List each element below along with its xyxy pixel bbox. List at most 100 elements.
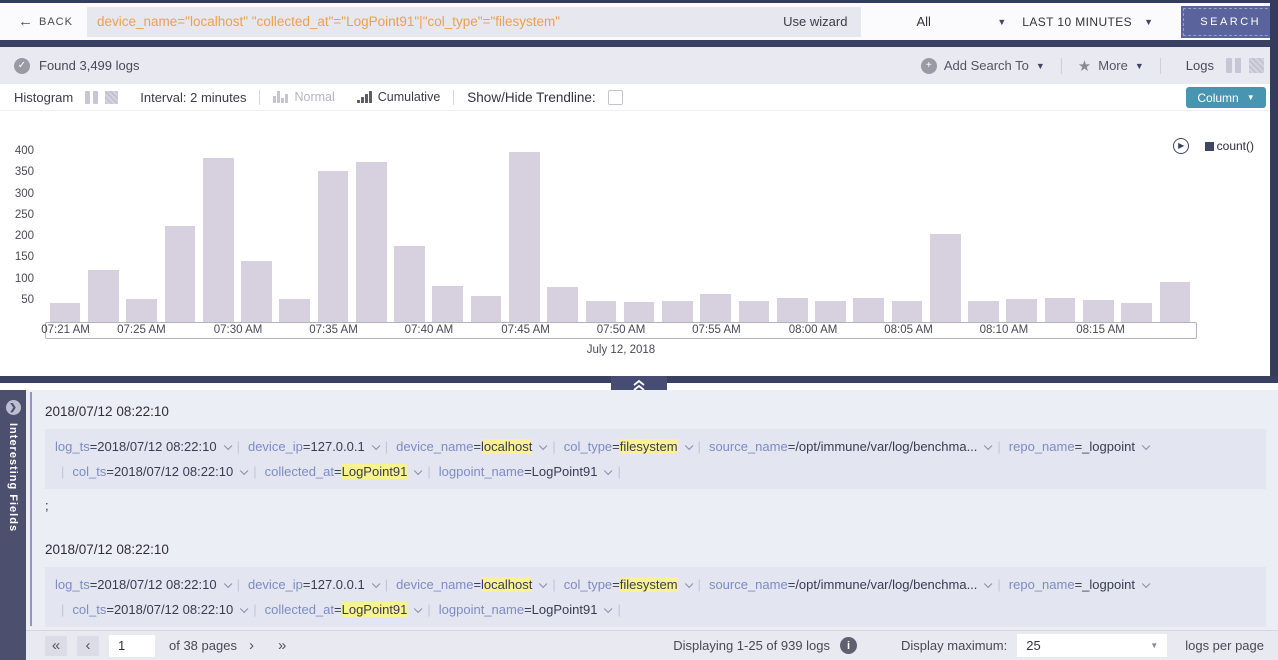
- field-dropdown-icon[interactable]: [604, 605, 612, 613]
- chevron-right-circle-icon[interactable]: ❯: [6, 400, 21, 415]
- repo-scope-dropdown[interactable]: All ▼: [916, 14, 1006, 29]
- cumulative-mode-button[interactable]: Cumulative: [357, 90, 441, 104]
- first-page-button[interactable]: «: [45, 636, 67, 656]
- histogram-bar[interactable]: [624, 302, 655, 322]
- field-value[interactable]: LogPoint91: [342, 464, 408, 479]
- field-key[interactable]: source_name: [709, 577, 788, 592]
- add-search-to-dropdown[interactable]: + Add Search To ▼: [921, 58, 1045, 74]
- field-dropdown-icon[interactable]: [1142, 442, 1150, 450]
- field-key[interactable]: log_ts: [55, 577, 90, 592]
- histogram-bar[interactable]: [509, 152, 540, 322]
- field-dropdown-icon[interactable]: [604, 467, 612, 475]
- field-dropdown-icon[interactable]: [1142, 580, 1150, 588]
- histogram-bar[interactable]: [1006, 299, 1037, 322]
- histogram-bar[interactable]: [739, 301, 770, 322]
- back-button[interactable]: ← BACK: [0, 14, 87, 29]
- histogram-bar[interactable]: [853, 298, 884, 322]
- histogram-bar[interactable]: [318, 171, 349, 322]
- column-view-icon[interactable]: [85, 91, 98, 104]
- field-key[interactable]: logpoint_name: [439, 464, 524, 479]
- field-key[interactable]: source_name: [709, 439, 788, 454]
- field-value[interactable]: LogPoint91: [532, 602, 598, 617]
- field-value[interactable]: _logpoint: [1082, 577, 1135, 592]
- histogram-bar[interactable]: [432, 286, 463, 322]
- interesting-fields-panel[interactable]: ❯ Interesting Fields: [0, 390, 26, 660]
- histogram-bar[interactable]: [241, 261, 272, 322]
- field-value[interactable]: 127.0.0.1: [311, 439, 365, 454]
- chart-type-dropdown[interactable]: Column ▼: [1186, 87, 1266, 108]
- field-key[interactable]: device_name: [396, 439, 473, 454]
- page-number-input[interactable]: [109, 635, 155, 657]
- column-view-icon[interactable]: [1226, 58, 1241, 73]
- field-value[interactable]: localhost: [481, 577, 532, 592]
- field-dropdown-icon[interactable]: [984, 442, 992, 450]
- search-query-text[interactable]: device_name="localhost" "collected_at"="…: [97, 14, 560, 29]
- field-value[interactable]: 2018/07/12 08:22:10: [97, 439, 216, 454]
- field-key[interactable]: collected_at: [265, 464, 334, 479]
- field-dropdown-icon[interactable]: [984, 580, 992, 588]
- field-value[interactable]: /opt/immune/var/log/benchma...: [795, 577, 977, 592]
- field-dropdown-icon[interactable]: [372, 442, 380, 450]
- grid-view-icon[interactable]: [1249, 58, 1264, 73]
- field-value[interactable]: filesystem: [620, 577, 678, 592]
- previous-page-button[interactable]: ‹: [77, 636, 99, 656]
- histogram-bar[interactable]: [471, 296, 502, 322]
- last-page-button[interactable]: »: [278, 637, 286, 654]
- field-key[interactable]: collected_at: [265, 602, 334, 617]
- histogram-bar[interactable]: [1121, 303, 1152, 322]
- field-key[interactable]: col_ts: [72, 602, 106, 617]
- histogram-bar[interactable]: [815, 301, 846, 322]
- field-dropdown-icon[interactable]: [684, 580, 692, 588]
- field-dropdown-icon[interactable]: [240, 467, 248, 475]
- search-query-input[interactable]: device_name="localhost" "collected_at"="…: [87, 7, 861, 37]
- field-key[interactable]: col_type: [564, 439, 612, 454]
- histogram-bar[interactable]: [88, 270, 119, 322]
- histogram-bar[interactable]: [777, 298, 808, 322]
- histogram-bar[interactable]: [968, 301, 999, 322]
- field-value[interactable]: filesystem: [620, 439, 678, 454]
- field-dropdown-icon[interactable]: [414, 467, 422, 475]
- field-key[interactable]: col_ts: [72, 464, 106, 479]
- more-dropdown[interactable]: ★ More ▼: [1078, 57, 1144, 75]
- histogram-bar[interactable]: [892, 301, 923, 322]
- histogram-bar[interactable]: [1160, 282, 1191, 322]
- field-value[interactable]: _logpoint: [1082, 439, 1135, 454]
- histogram-bar[interactable]: [1045, 298, 1076, 322]
- histogram-bar[interactable]: [586, 301, 617, 322]
- field-value[interactable]: 2018/07/12 08:22:10: [114, 464, 233, 479]
- histogram-bar[interactable]: [165, 226, 196, 322]
- field-key[interactable]: device_ip: [248, 439, 303, 454]
- play-icon[interactable]: ▶: [1173, 138, 1189, 154]
- field-key[interactable]: col_type: [564, 577, 612, 592]
- results-scrollbar[interactable]: [30, 392, 32, 626]
- normal-mode-button[interactable]: Normal: [273, 90, 334, 104]
- field-value[interactable]: 2018/07/12 08:22:10: [97, 577, 216, 592]
- field-value[interactable]: LogPoint91: [342, 602, 408, 617]
- histogram-bar[interactable]: [126, 299, 157, 322]
- field-dropdown-icon[interactable]: [539, 580, 547, 588]
- info-icon[interactable]: i: [840, 637, 857, 654]
- time-range-dropdown[interactable]: LAST 10 MINUTES ▼: [1022, 15, 1153, 29]
- histogram-bar[interactable]: [394, 246, 425, 322]
- histogram-bar[interactable]: [50, 303, 81, 322]
- field-key[interactable]: device_name: [396, 577, 473, 592]
- field-value[interactable]: /opt/immune/var/log/benchma...: [795, 439, 977, 454]
- field-key[interactable]: repo_name: [1009, 439, 1075, 454]
- histogram-bar[interactable]: [356, 162, 387, 322]
- field-dropdown-icon[interactable]: [539, 442, 547, 450]
- field-dropdown-icon[interactable]: [372, 580, 380, 588]
- next-page-button[interactable]: ›: [249, 637, 254, 654]
- field-dropdown-icon[interactable]: [414, 605, 422, 613]
- field-key[interactable]: device_ip: [248, 577, 303, 592]
- field-value[interactable]: 127.0.0.1: [311, 577, 365, 592]
- histogram-bar[interactable]: [547, 287, 578, 322]
- use-wizard-link[interactable]: Use wizard: [783, 14, 847, 29]
- field-key[interactable]: log_ts: [55, 439, 90, 454]
- histogram-bar[interactable]: [662, 301, 693, 322]
- histogram-bar[interactable]: [700, 294, 731, 322]
- field-key[interactable]: repo_name: [1009, 577, 1075, 592]
- histogram-bar[interactable]: [279, 299, 310, 322]
- field-dropdown-icon[interactable]: [240, 605, 248, 613]
- histogram-bar[interactable]: [203, 158, 234, 322]
- search-button[interactable]: SEARCH: [1183, 8, 1278, 36]
